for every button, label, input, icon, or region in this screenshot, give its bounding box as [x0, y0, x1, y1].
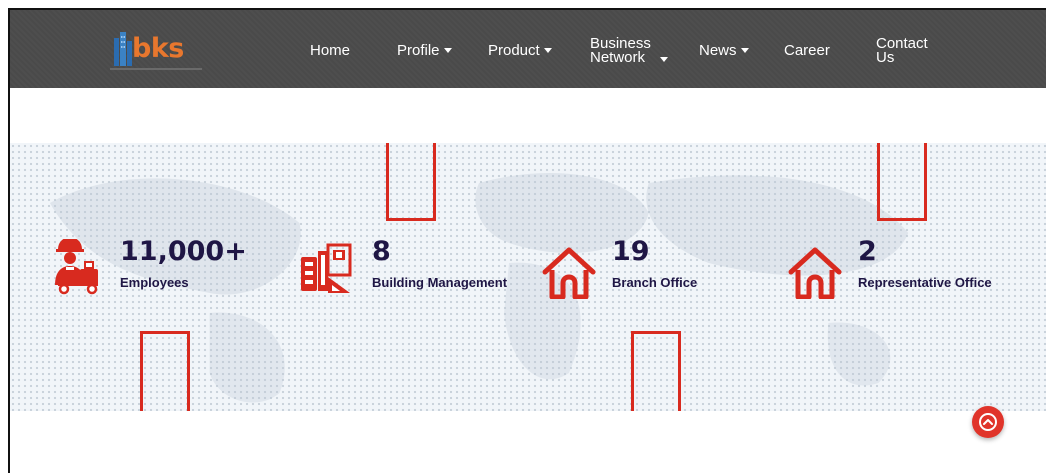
nav-product[interactable]: Product [488, 43, 552, 58]
stat-value: 11,000+ [120, 236, 247, 267]
stat-value: 8 [372, 236, 391, 267]
brand-logo[interactable]: bks [110, 30, 210, 70]
brand-tagline-bar [110, 68, 202, 70]
blueprint-icon [301, 243, 352, 293]
nav-profile-label: Profile [397, 42, 440, 59]
nav-contact-us[interactable]: Contact Us [876, 36, 928, 66]
decorative-red-frame [877, 143, 927, 221]
worker-icon [55, 239, 98, 295]
stats-section: 11,000+ Employees 8 Building Management [10, 143, 1046, 411]
stat-value: 19 [612, 236, 650, 267]
chevron-up-icon [979, 413, 997, 431]
home-icon [542, 247, 596, 299]
nav-profile[interactable]: Profile [397, 43, 452, 58]
decorative-red-frame [140, 331, 190, 411]
nav-product-label: Product [488, 42, 540, 59]
stat-label: Employees [120, 275, 189, 290]
brand-name: bks [132, 33, 184, 64]
nav-home-label: Home [310, 42, 351, 59]
nav-home[interactable]: Home [310, 43, 350, 58]
stat-label: Building Management [372, 275, 508, 290]
scroll-to-top-button[interactable] [972, 406, 1004, 438]
nav-news-label: News [699, 42, 737, 59]
nav-business-network[interactable]: Business Network [590, 36, 668, 66]
stat-label: Representative Office [858, 275, 992, 290]
decorative-red-frame [386, 143, 436, 221]
nav-business-label-2: Network [590, 49, 646, 66]
caret-down-icon [660, 56, 668, 62]
nav-contact-label-2: Us [876, 49, 895, 66]
caret-down-icon [740, 47, 749, 53]
caret-down-icon [543, 47, 552, 53]
nav-news[interactable]: News [699, 43, 749, 58]
page-frame: bks Home Profile Product Business Networ… [8, 8, 1046, 473]
stat-value: 2 [858, 236, 877, 267]
caret-down-icon [443, 47, 452, 53]
top-navbar: bks Home Profile Product Business Networ… [10, 10, 1046, 88]
nav-career[interactable]: Career [784, 43, 830, 58]
nav-career-label: Career [784, 42, 830, 59]
decorative-red-frame [631, 331, 681, 411]
home-icon [788, 247, 842, 299]
stat-label: Branch Office [612, 275, 698, 290]
